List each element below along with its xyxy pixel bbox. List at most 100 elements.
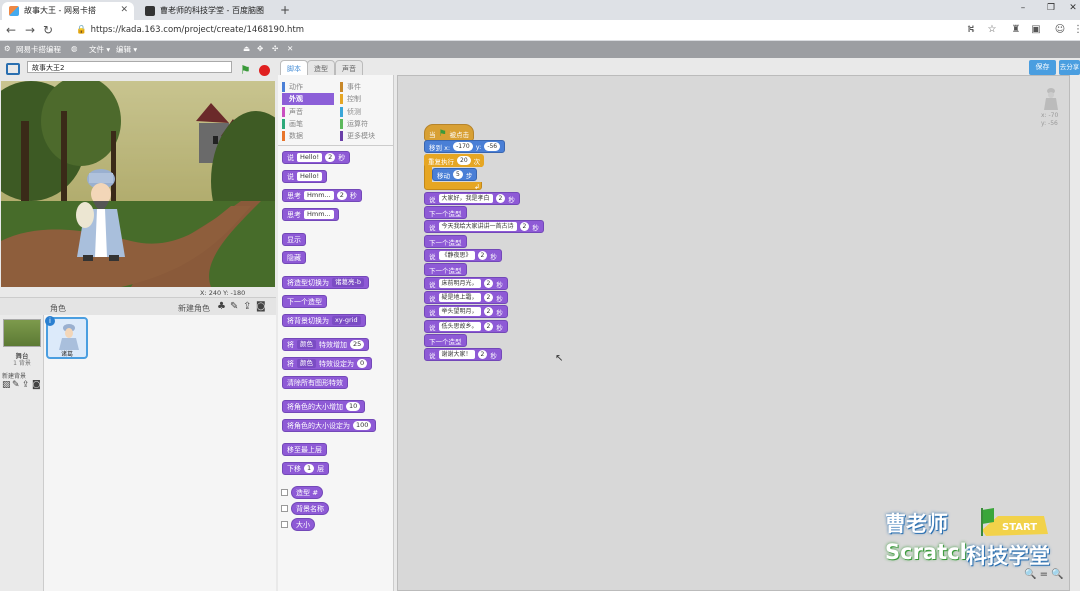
grow-icon[interactable]: ✣	[272, 44, 278, 53]
block-input[interactable]: 10	[346, 402, 361, 411]
block-size[interactable]: 大小	[291, 518, 315, 531]
block-input[interactable]: 2	[477, 350, 488, 359]
block-input[interactable]: 疑是地上霜，	[438, 293, 481, 302]
backdrop-upload-icon[interactable]: ⇪	[22, 380, 30, 390]
stage[interactable]	[1, 81, 275, 287]
block-dropdown[interactable]: 诸葛亮-b	[332, 278, 364, 287]
block-input[interactable]: 5	[453, 170, 463, 179]
block-input[interactable]: -56	[484, 142, 501, 151]
block-input[interactable]: 2	[483, 279, 494, 288]
tab-costumes[interactable]: 造型	[307, 60, 335, 75]
script-next-costume-2[interactable]: 下一个造型	[424, 235, 467, 248]
backdrop-library-icon[interactable]: ▨	[2, 380, 11, 390]
script-next-costume-1[interactable]: 下一个造型	[424, 206, 467, 219]
tab-sounds[interactable]: 声音	[335, 60, 363, 75]
category-operators[interactable]: 运算符	[340, 118, 392, 130]
script-move[interactable]: 移动 5 步	[432, 168, 478, 181]
block-change-size[interactable]: 将角色的大小增加 10	[282, 400, 366, 413]
block-input[interactable]: 25	[350, 340, 365, 349]
script-say-4[interactable]: 说床前明月光， 2 秒	[424, 277, 508, 290]
block-input[interactable]: 床前明月光，	[438, 279, 481, 288]
block-input[interactable]: 低头思故乡。	[438, 322, 481, 331]
block-go-front[interactable]: 移至最上层	[282, 443, 327, 456]
category-more-blocks[interactable]: 更多模块	[340, 130, 392, 142]
share-button[interactable]: 去分享	[1059, 60, 1080, 75]
translate-icon[interactable]: ⛕	[963, 22, 979, 38]
block-change-effect[interactable]: 将颜色 特效增加 25	[282, 338, 370, 351]
block-say-for-secs[interactable]: 说 Hello! 2 秒	[282, 151, 351, 164]
backdrop-paint-icon[interactable]: ✎	[12, 380, 20, 390]
script-next-costume-4[interactable]: 下一个造型	[424, 334, 467, 347]
block-input[interactable]: 2	[519, 222, 530, 231]
close-icon[interactable]: ✕	[256, 5, 264, 15]
star-icon[interactable]: ☆	[984, 22, 1000, 38]
size-checkbox[interactable]	[281, 521, 288, 528]
block-say[interactable]: 说 Hello!	[282, 170, 328, 183]
reload-icon[interactable]: ↻	[40, 22, 56, 38]
script-say-1[interactable]: 说大家好，我是孝白 2 秒	[424, 192, 520, 205]
category-events[interactable]: 事件	[340, 81, 392, 93]
block-dropdown[interactable]: 颜色	[297, 359, 316, 368]
block-input[interactable]: 2	[325, 153, 336, 162]
block-backdrop-name[interactable]: 背景名称	[291, 502, 329, 515]
block-input[interactable]: 2	[483, 307, 494, 316]
costume-num-checkbox[interactable]	[281, 489, 288, 496]
block-input[interactable]: Hmm...	[304, 210, 334, 219]
block-input[interactable]: 大家好，我是孝白	[438, 194, 493, 203]
block-costume-num[interactable]: 造型 #	[291, 486, 324, 499]
paint-icon[interactable]: ✎	[230, 301, 238, 312]
delete-icon[interactable]: ✥	[257, 44, 263, 53]
new-tab-button[interactable]: +	[280, 3, 290, 17]
block-input[interactable]: 2	[495, 194, 506, 203]
block-set-size[interactable]: 将角色的大小设定为 100	[282, 419, 377, 432]
block-go-back[interactable]: 下移 1 层	[282, 462, 330, 475]
save-button[interactable]: 保存	[1029, 60, 1056, 75]
tab-kada[interactable]: 故事大王 - 网易卡搭 ✕	[2, 2, 134, 20]
script-area[interactable]: x: -70 y: -56 当 ⚑ 被点击 移到 x: -170 y: -56 重复执行 2…	[397, 75, 1070, 591]
block-input[interactable]: 2	[477, 251, 488, 260]
script-say-2[interactable]: 说今天我给大家讲讲一首古诗 2 秒	[424, 220, 544, 233]
block-input[interactable]: Hmm...	[304, 191, 334, 200]
shrink-icon[interactable]: ✕	[287, 44, 293, 53]
url-field[interactable]: 🔒 https://kada.163.com/project/create/146…	[66, 22, 956, 39]
category-pen[interactable]: 画笔	[282, 118, 334, 130]
category-motion[interactable]: 动作	[282, 81, 334, 93]
block-next-costume[interactable]: 下一个造型	[282, 295, 327, 308]
block-input[interactable]: -170	[453, 142, 473, 151]
extension-2-icon[interactable]: ▣	[1028, 22, 1044, 38]
project-name-input[interactable]: 故事大王2	[27, 61, 232, 73]
block-input[interactable]: 举头望明月，	[438, 307, 481, 316]
block-clear-effects[interactable]: 清除所有图形特效	[282, 376, 348, 389]
sprite-tile[interactable]: i 诸葛	[45, 316, 88, 359]
block-input[interactable]: 谢谢大家！	[438, 350, 475, 359]
block-input[interactable]: 2	[483, 322, 494, 331]
block-input[interactable]: 0	[357, 359, 368, 368]
block-input[interactable]: Hello!	[297, 172, 323, 181]
script-say-6[interactable]: 说举头望明月， 2 秒	[424, 305, 508, 318]
fullscreen-icon[interactable]	[6, 63, 20, 75]
upload-icon[interactable]: ⇪	[243, 301, 251, 312]
block-input[interactable]: 《静夜思》	[438, 251, 475, 260]
block-input[interactable]: 2	[483, 293, 494, 302]
duplicate-icon[interactable]: ⏏	[243, 44, 250, 53]
script-say-8[interactable]: 说谢谢大家！ 2 秒	[424, 348, 502, 361]
block-hide[interactable]: 隐藏	[282, 251, 306, 264]
back-icon[interactable]: ←	[3, 22, 19, 38]
script-say-7[interactable]: 说低头思故乡。 2 秒	[424, 320, 508, 333]
block-think[interactable]: 思考 Hmm...	[282, 208, 339, 221]
block-set-effect[interactable]: 将颜色 特效设定为 0	[282, 357, 373, 370]
block-switch-costume[interactable]: 将造型切换为 诸葛亮-b	[282, 276, 369, 289]
script-say-5[interactable]: 说疑是地上霜， 2 秒	[424, 291, 508, 304]
category-sound[interactable]: 声音	[282, 106, 334, 118]
sprite-library-icon[interactable]: ♣	[217, 301, 226, 312]
block-dropdown[interactable]: xy-grid	[332, 316, 361, 325]
script-say-3[interactable]: 说《静夜思》 2 秒	[424, 249, 502, 262]
stage-thumbnail[interactable]	[3, 319, 41, 347]
profile-icon[interactable]: ☺	[1052, 22, 1068, 38]
backdrop-camera-icon[interactable]: ◙	[32, 380, 41, 390]
backdrop-name-checkbox[interactable]	[281, 505, 288, 512]
block-input[interactable]: 20	[457, 156, 471, 165]
category-control[interactable]: 控制	[340, 93, 392, 105]
block-show[interactable]: 显示	[282, 233, 306, 246]
zoom-controls[interactable]: 🔍 = 🔍	[1024, 569, 1064, 580]
